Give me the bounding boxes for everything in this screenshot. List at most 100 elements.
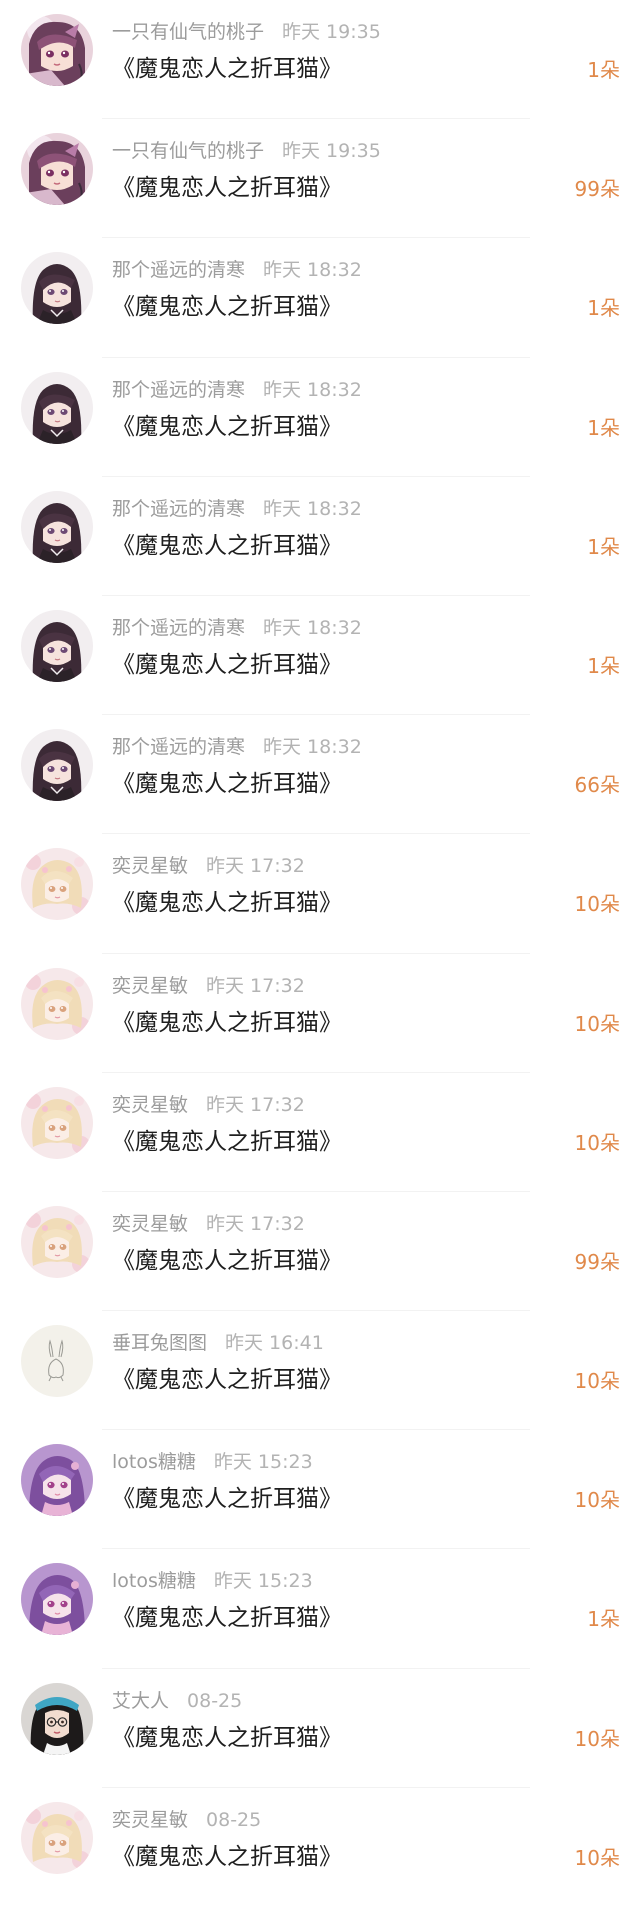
username[interactable]: 垂耳兔图图 xyxy=(112,1332,207,1354)
flower-count: 1朵 xyxy=(587,653,620,678)
flower-count: 1朵 xyxy=(587,415,620,440)
username[interactable]: 奕灵星敏 xyxy=(112,1809,188,1831)
gift-record-list: 一只有仙气的桃子 昨天 19:35 《魔鬼恋人之折耳猫》 1朵 一只有仙气的桃子 昨天 1… xyxy=(0,0,640,1907)
flower-count: 10朵 xyxy=(574,1845,620,1870)
purple-girl-avatar-image xyxy=(21,1444,93,1516)
gift-record-row[interactable]: 奕灵星敏 昨天 17:32 《魔鬼恋人之折耳猫》 99朵 xyxy=(0,1192,640,1312)
gift-record-row[interactable]: 艾大人 08-25 《魔鬼恋人之折耳猫》 10朵 xyxy=(0,1669,640,1788)
flower-count: 1朵 xyxy=(587,1607,620,1632)
username[interactable]: 奕灵星敏 xyxy=(112,855,188,877)
user-avatar[interactable] xyxy=(21,133,93,205)
gift-record-row[interactable]: 垂耳兔图图 昨天 16:41 《魔鬼恋人之折耳猫》 10朵 xyxy=(0,1311,640,1431)
gift-book-title[interactable]: 《魔鬼恋人之折耳猫》 xyxy=(112,649,342,681)
record-meta: 垂耳兔图图 昨天 16:41 xyxy=(112,1330,324,1356)
username[interactable]: lotos糖糖 xyxy=(112,1570,196,1592)
record-meta: lotos糖糖 昨天 15:23 xyxy=(112,1568,313,1594)
timestamp: 昨天 15:23 xyxy=(213,1570,313,1593)
user-avatar[interactable] xyxy=(21,968,93,1040)
dark-hair-girl-avatar-image xyxy=(21,729,93,801)
gift-record-row[interactable]: lotos糖糖 昨天 15:23 《魔鬼恋人之折耳猫》 10朵 xyxy=(0,1430,640,1550)
timestamp: 08-25 xyxy=(187,1689,243,1712)
gift-record-row[interactable]: lotos糖糖 昨天 15:23 《魔鬼恋人之折耳猫》 1朵 xyxy=(0,1549,640,1669)
user-avatar[interactable] xyxy=(21,1087,93,1159)
username[interactable]: 那个遥远的清寒 xyxy=(112,736,245,758)
user-avatar[interactable] xyxy=(21,729,93,801)
gift-book-title[interactable]: 《魔鬼恋人之折耳猫》 xyxy=(112,53,342,85)
gift-record-row[interactable]: 奕灵星敏 08-25 《魔鬼恋人之折耳猫》 10朵 xyxy=(0,1788,640,1907)
user-avatar[interactable] xyxy=(21,372,93,444)
blonde-girl-avatar-image xyxy=(21,1802,93,1874)
gift-book-title[interactable]: 《魔鬼恋人之折耳猫》 xyxy=(112,172,342,204)
blonde-girl-avatar-image xyxy=(21,1087,93,1159)
flower-count: 1朵 xyxy=(587,58,620,82)
record-meta: 一只有仙气的桃子 昨天 19:35 xyxy=(112,19,381,45)
flower-count: 1朵 xyxy=(587,534,620,559)
timestamp: 昨天 19:35 xyxy=(282,140,381,163)
user-avatar[interactable] xyxy=(21,1802,93,1874)
flower-count: 10朵 xyxy=(574,1726,620,1751)
gift-record-row[interactable]: 一只有仙气的桃子 昨天 19:35 《魔鬼恋人之折耳猫》 1朵 xyxy=(0,0,640,120)
gift-book-title[interactable]: 《魔鬼恋人之折耳猫》 xyxy=(112,1007,342,1039)
user-avatar[interactable] xyxy=(21,14,93,86)
gift-record-row[interactable]: 奕灵星敏 昨天 17:32 《魔鬼恋人之折耳猫》 10朵 xyxy=(0,1073,640,1192)
gift-book-title[interactable]: 《魔鬼恋人之折耳猫》 xyxy=(112,1126,342,1158)
gift-record-row[interactable]: 那个遥远的清寒 昨天 18:32 《魔鬼恋人之折耳猫》 1朵 xyxy=(0,477,640,596)
user-avatar[interactable] xyxy=(21,1444,93,1516)
user-avatar[interactable] xyxy=(21,1325,93,1397)
timestamp: 昨天 17:32 xyxy=(206,1093,305,1116)
timestamp: 昨天 18:32 xyxy=(263,497,362,520)
gift-record-row[interactable]: 那个遥远的清寒 昨天 18:32 《魔鬼恋人之折耳猫》 1朵 xyxy=(0,358,640,477)
username[interactable]: 那个遥远的清寒 xyxy=(112,259,245,281)
gift-book-title[interactable]: 《魔鬼恋人之折耳猫》 xyxy=(112,1602,342,1634)
user-avatar[interactable] xyxy=(21,491,93,563)
flower-count: 10朵 xyxy=(574,1488,620,1513)
timestamp: 昨天 18:32 xyxy=(263,736,362,759)
gift-record-row[interactable]: 那个遥远的清寒 昨天 18:32 《魔鬼恋人之折耳猫》 1朵 xyxy=(0,238,640,358)
username[interactable]: 那个遥远的清寒 xyxy=(112,498,245,520)
user-avatar[interactable] xyxy=(21,610,93,682)
gift-book-title[interactable]: 《魔鬼恋人之折耳猫》 xyxy=(112,530,342,562)
flower-count: 99朵 xyxy=(574,1249,620,1274)
username[interactable]: 艾大人 xyxy=(112,1690,169,1712)
username[interactable]: 奕灵星敏 xyxy=(112,1213,188,1235)
user-avatar[interactable] xyxy=(21,1683,93,1755)
blonde-girl-avatar-image xyxy=(21,968,93,1040)
timestamp: 昨天 17:32 xyxy=(206,974,305,997)
user-avatar[interactable] xyxy=(21,848,93,920)
username[interactable]: 一只有仙气的桃子 xyxy=(112,21,264,43)
username[interactable]: 奕灵星敏 xyxy=(112,975,188,997)
gift-book-title[interactable]: 《魔鬼恋人之折耳猫》 xyxy=(112,1841,342,1873)
record-meta: 奕灵星敏 昨天 17:32 xyxy=(112,1092,305,1118)
user-avatar[interactable] xyxy=(21,252,93,324)
dark-hair-girl-avatar-image xyxy=(21,372,93,444)
username[interactable]: 奕灵星敏 xyxy=(112,1094,188,1116)
timestamp: 昨天 16:41 xyxy=(225,1332,324,1355)
flower-count: 10朵 xyxy=(574,1130,620,1155)
gift-record-row[interactable]: 奕灵星敏 昨天 17:32 《魔鬼恋人之折耳猫》 10朵 xyxy=(0,834,640,954)
gift-book-title[interactable]: 《魔鬼恋人之折耳猫》 xyxy=(112,291,342,323)
user-avatar[interactable] xyxy=(21,1563,93,1635)
username[interactable]: lotos糖糖 xyxy=(112,1451,196,1473)
timestamp: 昨天 17:32 xyxy=(206,855,305,878)
username[interactable]: 那个遥远的清寒 xyxy=(112,617,245,639)
gift-record-row[interactable]: 奕灵星敏 昨天 17:32 《魔鬼恋人之折耳猫》 10朵 xyxy=(0,954,640,1073)
gift-book-title[interactable]: 《魔鬼恋人之折耳猫》 xyxy=(112,1364,342,1396)
gift-record-row[interactable]: 一只有仙气的桃子 昨天 19:35 《魔鬼恋人之折耳猫》 99朵 xyxy=(0,119,640,239)
gift-book-title[interactable]: 《魔鬼恋人之折耳猫》 xyxy=(112,1722,342,1754)
user-avatar[interactable] xyxy=(21,1206,93,1278)
gift-book-title[interactable]: 《魔鬼恋人之折耳猫》 xyxy=(112,411,342,443)
timestamp: 昨天 17:32 xyxy=(206,1212,305,1235)
record-meta: 艾大人 08-25 xyxy=(112,1688,242,1714)
gift-book-title[interactable]: 《魔鬼恋人之折耳猫》 xyxy=(112,1245,342,1277)
gift-book-title[interactable]: 《魔鬼恋人之折耳猫》 xyxy=(112,768,342,800)
gift-book-title[interactable]: 《魔鬼恋人之折耳猫》 xyxy=(112,1483,342,1515)
gift-record-row[interactable]: 那个遥远的清寒 昨天 18:32 《魔鬼恋人之折耳猫》 66朵 xyxy=(0,715,640,835)
flower-count: 10朵 xyxy=(574,892,620,917)
timestamp: 昨天 18:32 xyxy=(263,616,362,639)
flower-count: 10朵 xyxy=(574,1369,620,1394)
gift-book-title[interactable]: 《魔鬼恋人之折耳猫》 xyxy=(112,887,342,919)
username[interactable]: 一只有仙气的桃子 xyxy=(112,140,264,162)
username[interactable]: 那个遥远的清寒 xyxy=(112,379,245,401)
gift-record-row[interactable]: 那个遥远的清寒 昨天 18:32 《魔鬼恋人之折耳猫》 1朵 xyxy=(0,596,640,716)
record-meta: 那个遥远的清寒 昨天 18:32 xyxy=(112,496,362,522)
